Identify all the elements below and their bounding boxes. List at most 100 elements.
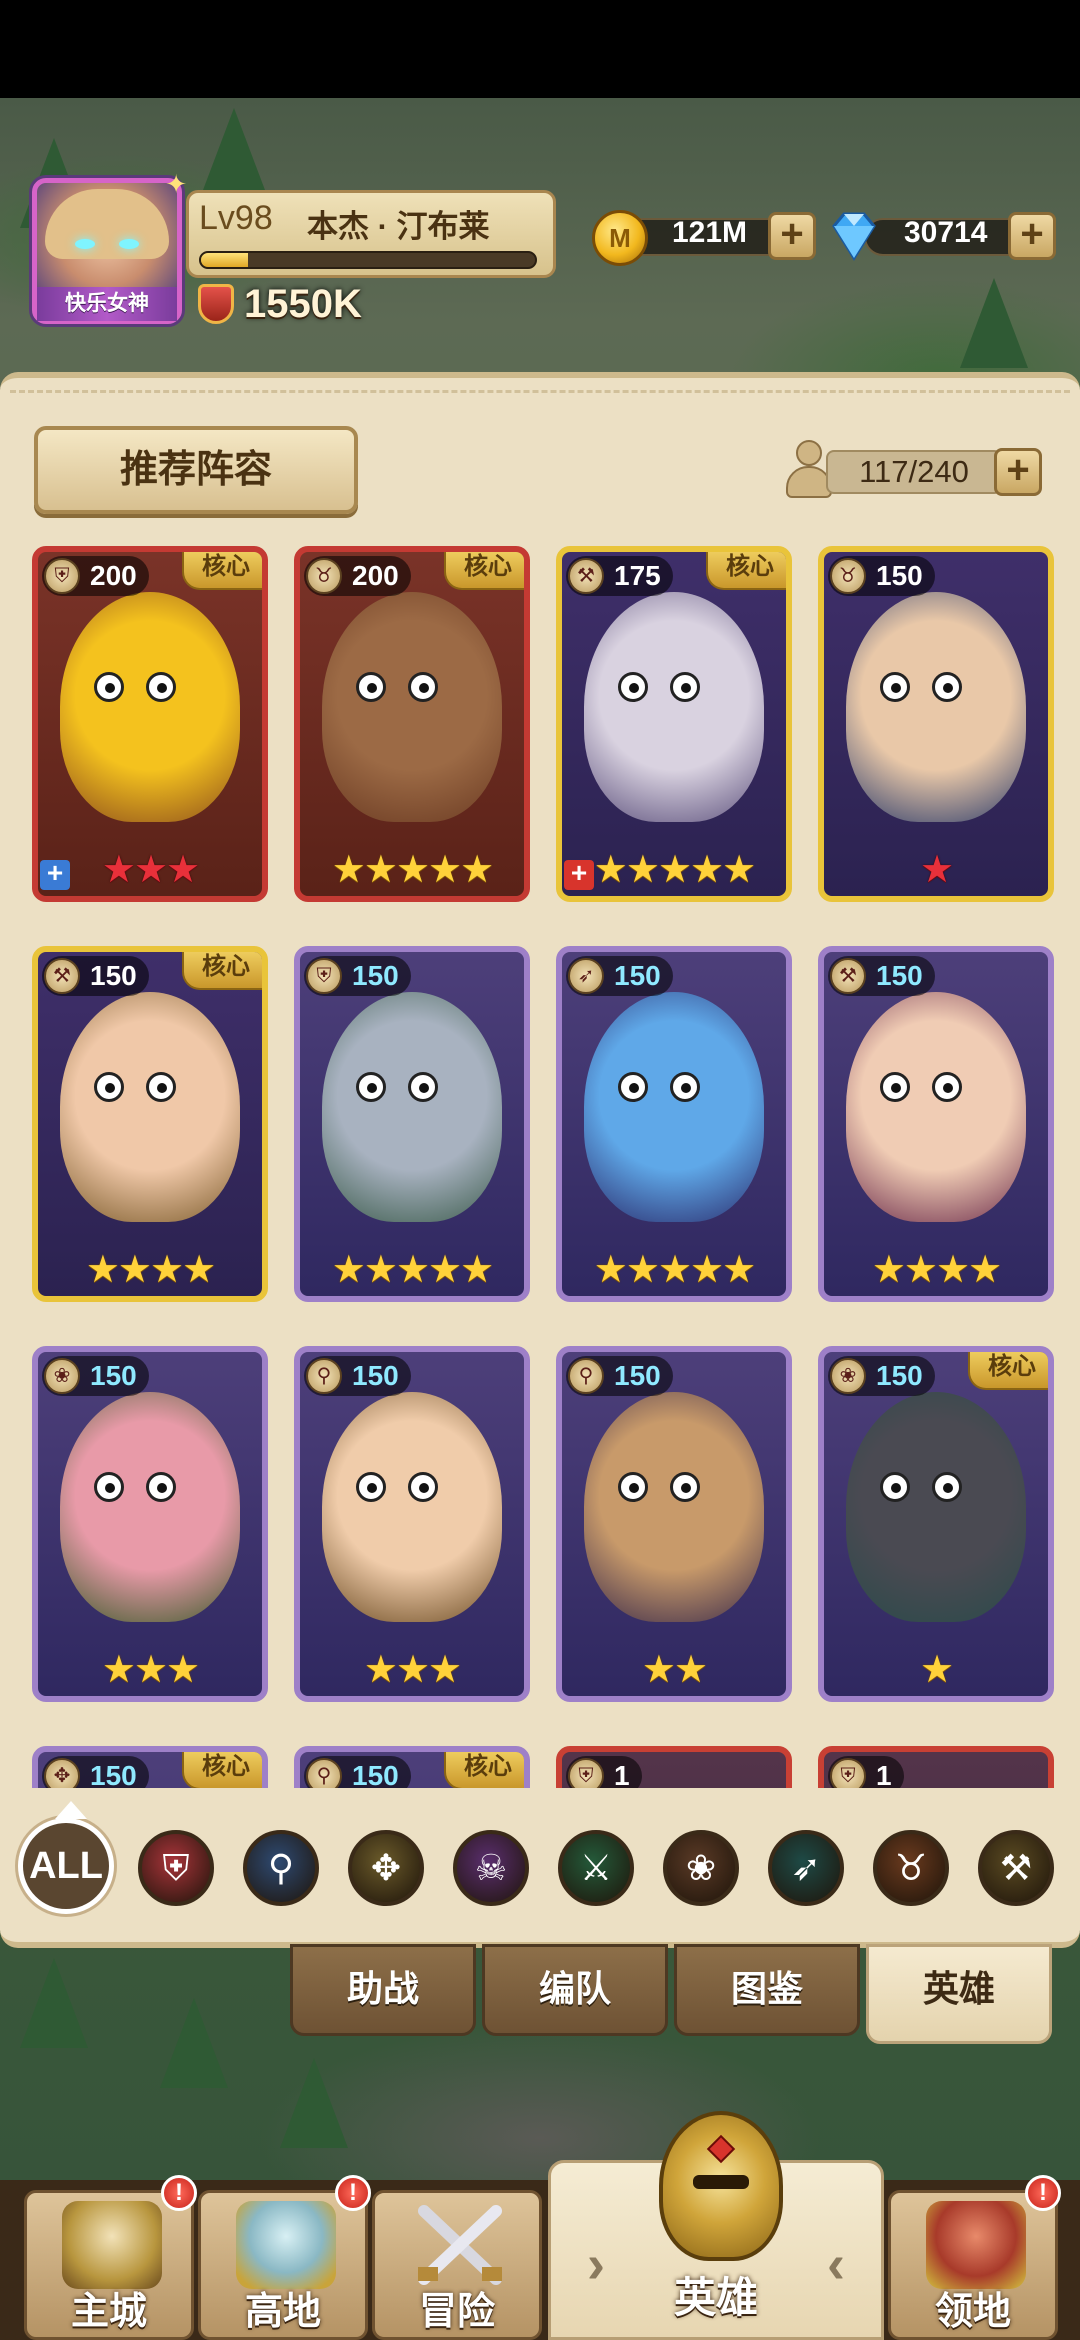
shield-icon: ⛨ bbox=[44, 558, 80, 594]
star-icon: ★ bbox=[133, 849, 168, 891]
star-icon: ★ bbox=[690, 1249, 724, 1291]
subtab[interactable]: 编队 bbox=[482, 1944, 668, 2036]
hero-capacity: 117/240 + bbox=[782, 440, 1052, 502]
nav-adventure[interactable]: 冒险 bbox=[372, 2190, 542, 2340]
diamond-icon bbox=[832, 212, 876, 261]
upgrade-plus-icon: + bbox=[40, 859, 70, 890]
staff-filter-icon[interactable]: ⚲ bbox=[243, 1830, 319, 1906]
hero-card[interactable]: 150 ➶ ★★★★★ bbox=[556, 946, 792, 1302]
hero-portrait bbox=[60, 592, 240, 822]
star-icon: ★ bbox=[460, 849, 494, 891]
subtab[interactable]: 英雄 bbox=[866, 1944, 1052, 2044]
hero-card[interactable]: 1 ⛨ bbox=[556, 1746, 792, 1788]
hero-card[interactable]: 150 ⛨ ★★★★★ bbox=[294, 946, 530, 1302]
star-icon: ★ bbox=[428, 1249, 462, 1291]
hero-card[interactable]: 150 ❀ ★★★ bbox=[32, 1346, 268, 1702]
core-badge: 核心 bbox=[444, 1752, 524, 1788]
hero-eyes bbox=[880, 672, 970, 702]
hero-eyes bbox=[880, 1472, 970, 1502]
bottom-navigation: 主城 ! 高地 ! 冒险 › ‹ 英雄 领地 ! bbox=[0, 2111, 1080, 2340]
hero-card[interactable]: 150 ⚲ ★★★ bbox=[294, 1346, 530, 1702]
player-title: 快乐女神 bbox=[37, 287, 177, 321]
star-icon: ★ bbox=[395, 1649, 430, 1691]
hero-card[interactable]: 200 ♉ 核心 ★★★★★ bbox=[294, 546, 530, 902]
class-filter-bar: ALL ⛨ ⚲ ✥ ☠ ⚔ ❀ ➶ ♉ ⚒ bbox=[0, 1790, 1080, 1930]
crossed-swords-icon bbox=[418, 2205, 502, 2285]
star-icon: ★ bbox=[363, 1249, 398, 1291]
bow-filter-icon[interactable]: ➶ bbox=[768, 1830, 844, 1906]
paw-icon: ❀ bbox=[830, 1358, 866, 1394]
avatar-hair bbox=[45, 189, 169, 259]
hero-card[interactable]: 150 ⚒ ★★★★ bbox=[818, 946, 1054, 1302]
filter-all-button[interactable]: ALL bbox=[18, 1801, 114, 1914]
nav-highland[interactable]: 高地 ! bbox=[198, 2175, 371, 2340]
hero-card[interactable]: 175 ⚒ 核心 ★★★★★ + bbox=[556, 546, 792, 902]
star-icon: ★ bbox=[460, 1249, 494, 1291]
nav-label: 冒险 bbox=[418, 2291, 495, 2333]
star-icon: ★ bbox=[182, 1249, 216, 1291]
recommend-lineup-button[interactable]: 推荐阵容 bbox=[34, 426, 358, 514]
eagle-filter-icon[interactable]: ✥ bbox=[348, 1830, 424, 1906]
bull-icon: ♉ bbox=[830, 558, 866, 594]
player-name-plate[interactable]: Lv98 本杰 · 汀布莱 bbox=[186, 190, 556, 278]
helmet-visor bbox=[693, 2175, 749, 2189]
nav-main-city[interactable]: 主城 ! bbox=[24, 2175, 197, 2340]
nav-territory[interactable]: 领地 ! bbox=[888, 2175, 1061, 2340]
hero-card[interactable]: 150 ⚲ ★★ bbox=[556, 1346, 792, 1702]
castle-icon bbox=[62, 2201, 162, 2289]
star-icon: ★ bbox=[936, 1249, 970, 1291]
star-icon: ★ bbox=[101, 849, 136, 891]
tree-decoration bbox=[200, 108, 268, 198]
expand-capacity-button[interactable]: + bbox=[994, 448, 1042, 496]
hero-grid: 200 ⛨ 核心 ★★★ +200 ♉ 核心 ★★★★★ 175 ⚒ 核心 ★★★★★ +150 ♉ ★ 15… bbox=[32, 546, 1056, 1788]
hammer-icon: ⚒ bbox=[830, 958, 866, 994]
subtab[interactable]: 图鉴 bbox=[674, 1944, 860, 2036]
tree-decoration bbox=[160, 1998, 228, 2088]
star-icon: ★ bbox=[363, 849, 398, 891]
paw-filter-icon[interactable]: ❀ bbox=[663, 1830, 739, 1906]
hammer-icon: ⚒ bbox=[568, 558, 604, 594]
tree-decoration bbox=[20, 1958, 88, 2048]
nav-heroes[interactable]: › ‹ 英雄 bbox=[548, 2111, 884, 2340]
star-icon: ★ bbox=[625, 849, 660, 891]
hero-card[interactable]: 200 ⛨ 核心 ★★★ + bbox=[32, 546, 268, 902]
helmet-icon bbox=[659, 2111, 783, 2261]
hero-card[interactable]: 150 ⚒ 核心 ★★★★ bbox=[32, 946, 268, 1302]
hero-card[interactable]: 150 ⚲ 核心 bbox=[294, 1746, 530, 1788]
star-icon: ★ bbox=[625, 1249, 660, 1291]
star-rating: ★★★ bbox=[38, 1648, 262, 1692]
hero-eyes bbox=[618, 1472, 708, 1502]
subtab[interactable]: 助战 bbox=[290, 1944, 476, 2036]
shield-filter-icon[interactable]: ⛨ bbox=[138, 1830, 214, 1906]
hero-card[interactable]: 1 ⛨ bbox=[818, 1746, 1054, 1788]
eagle-icon: ✥ bbox=[44, 1758, 80, 1788]
star-icon: ★ bbox=[428, 1649, 462, 1691]
hammer-filter-icon[interactable]: ⚒ bbox=[978, 1830, 1054, 1906]
add-gold-button[interactable]: + bbox=[768, 212, 816, 260]
star-icon: ★ bbox=[968, 1249, 1002, 1291]
player-avatar[interactable]: ✦ 快乐女神 bbox=[32, 169, 187, 324]
hero-eyes bbox=[618, 1072, 708, 1102]
status-strip bbox=[0, 0, 1080, 98]
hero-eyes bbox=[94, 672, 184, 702]
star-icon: ✦ bbox=[165, 169, 187, 199]
star-icon: ★ bbox=[363, 1649, 398, 1691]
bull-filter-icon[interactable]: ♉ bbox=[873, 1830, 949, 1906]
add-gems-button[interactable]: + bbox=[1008, 212, 1056, 260]
avatar-eye bbox=[119, 239, 139, 249]
crossed-swords-filter-icon[interactable]: ⚔ bbox=[558, 1830, 634, 1906]
star-rating: ★ bbox=[824, 1648, 1048, 1692]
star-icon: ★ bbox=[117, 1249, 152, 1291]
hero-portrait bbox=[322, 992, 502, 1222]
star-icon: ★ bbox=[903, 1249, 938, 1291]
staff-icon: ⚲ bbox=[568, 1358, 604, 1394]
capacity-count: 117/240 bbox=[826, 450, 1002, 494]
alert-badge: ! bbox=[1025, 2175, 1061, 2211]
hero-card[interactable]: 150 ❀ 核心 ★ bbox=[818, 1346, 1054, 1702]
hero-card[interactable]: 150 ✥ 核心 bbox=[32, 1746, 268, 1788]
sub-tabs: 助战 编队 图鉴 英雄 bbox=[290, 1944, 1070, 2044]
skull-filter-icon[interactable]: ☠ bbox=[453, 1830, 529, 1906]
power-shield-icon bbox=[198, 284, 234, 324]
gold-coin-icon: M bbox=[592, 210, 648, 266]
hero-card[interactable]: 150 ♉ ★ bbox=[818, 546, 1054, 902]
